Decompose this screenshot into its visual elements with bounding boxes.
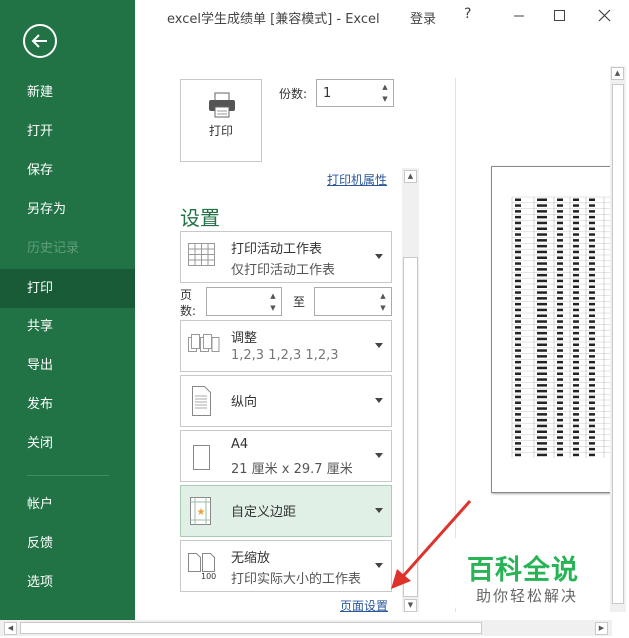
back-button[interactable] [23, 24, 57, 58]
page-to-input[interactable]: ▲ ▼ [314, 287, 392, 316]
nav-options[interactable]: 选项 [0, 563, 135, 602]
preview-scroll-thumb[interactable] [612, 84, 624, 604]
preview-sheet-thumbnail [511, 196, 610, 458]
scaling-dropdown[interactable]: 100 无缩放 打印实际大小的工作表 [180, 540, 392, 592]
nav-export[interactable]: 导出 [0, 346, 135, 385]
chevron-down-icon [375, 398, 383, 403]
sheet-grid-icon [188, 243, 215, 266]
scroll-down-icon[interactable]: ▼ [404, 599, 417, 612]
print-preview-page [491, 166, 611, 493]
nav-history: 历史记录 [27, 241, 80, 256]
help-button[interactable]: ? [464, 6, 471, 22]
nav-publish[interactable]: 发布 [0, 385, 135, 424]
close-icon [598, 9, 611, 22]
print-what-title: 打印活动工作表 [231, 242, 323, 257]
nav-open[interactable]: 打开 [0, 112, 135, 151]
nav-close[interactable]: 关闭 [0, 424, 135, 463]
watermark-title: 百科全说 [467, 555, 579, 586]
maximize-button[interactable] [545, 4, 573, 26]
printer-icon [209, 92, 235, 118]
chevron-down-icon [375, 508, 383, 513]
chevron-down-icon [375, 563, 383, 568]
page-setup-link[interactable]: 页面设置 [340, 597, 388, 614]
scaling-sub: 打印实际大小的工作表 [231, 572, 362, 587]
spin-up-icon[interactable]: ▲ [268, 291, 278, 301]
copies-input[interactable]: 1 ▲ ▼ [316, 79, 394, 107]
paper-size-sub: 21 厘米 x 29.7 厘米 [231, 462, 353, 477]
horizontal-scroll-thumb[interactable] [20, 622, 482, 634]
minimize-button[interactable] [505, 4, 533, 26]
page-from-input[interactable]: ▲ ▼ [206, 287, 282, 316]
margins-icon: ★ [190, 497, 211, 525]
maximize-icon [554, 10, 565, 21]
spin-up-icon[interactable]: ▲ [380, 82, 390, 92]
scaling-icon [188, 553, 215, 572]
collate-sub: 1,2,3 1,2,3 1,2,3 [231, 348, 339, 363]
collate-title: 调整 [231, 331, 258, 346]
watermark-subtitle: 助你轻松解决 [476, 587, 579, 605]
nav-share[interactable]: 共享 [0, 307, 135, 346]
spin-down-icon[interactable]: ▼ [380, 94, 390, 104]
nav-save[interactable]: 保存 [0, 151, 135, 190]
nav-feedback[interactable]: 反馈 [0, 524, 135, 563]
copies-label: 份数: [279, 87, 308, 101]
chevron-down-icon [375, 343, 383, 348]
scroll-up-icon[interactable]: ▲ [611, 67, 624, 80]
print-button-label: 打印 [208, 124, 233, 138]
settings-heading: 设置 [180, 206, 220, 230]
scroll-left-icon[interactable]: ◀ [4, 622, 17, 635]
collate-dropdown[interactable]: 调整 1,2,3 1,2,3 1,2,3 [180, 320, 392, 372]
copies-value: 1 [323, 86, 332, 101]
scroll-right-icon[interactable]: ▶ [595, 622, 608, 635]
orientation-title: 纵向 [231, 395, 258, 410]
paper-size-dropdown[interactable]: A4 21 厘米 x 29.7 厘米 [180, 430, 392, 482]
print-what-dropdown[interactable]: 打印活动工作表 仅打印活动工作表 [180, 231, 392, 283]
paper-size-icon [193, 445, 210, 470]
nav-save-as[interactable]: 另存为 [0, 190, 135, 229]
printer-properties-link[interactable]: 打印机属性 [327, 171, 387, 188]
paper-size-title: A4 [231, 437, 249, 452]
chevron-down-icon [375, 453, 383, 458]
print-what-sub: 仅打印活动工作表 [231, 263, 336, 278]
window-title: excel学生成绩单 [兼容模式] - Excel [167, 12, 380, 27]
collate-pages-icon [188, 334, 220, 352]
nav-print[interactable]: 打印 [0, 269, 135, 308]
minimize-icon [514, 15, 524, 17]
orientation-dropdown[interactable]: 纵向 [180, 375, 392, 427]
margins-dropdown[interactable]: ★ 自定义边距 [180, 485, 392, 537]
margins-title: 自定义边距 [231, 505, 297, 520]
close-window-button[interactable] [591, 4, 619, 26]
scaling-title: 无缩放 [231, 551, 271, 566]
nav-account[interactable]: 帐户 [0, 485, 135, 524]
portrait-page-icon [192, 386, 211, 416]
svg-text:★: ★ [197, 507, 206, 518]
spin-down-icon[interactable]: ▼ [378, 303, 388, 313]
spin-up-icon[interactable]: ▲ [378, 291, 388, 301]
login-link[interactable]: 登录 [410, 8, 436, 27]
back-arrow-icon [31, 34, 47, 48]
scaling-icon-text: 100 [201, 572, 217, 581]
pages-to-label: 至 [293, 295, 306, 309]
print-button[interactable] [180, 79, 262, 162]
chevron-down-icon [375, 254, 383, 259]
nav-divider [27, 475, 109, 476]
pages-label: 页数: [180, 288, 197, 318]
spin-down-icon[interactable]: ▼ [268, 303, 278, 313]
nav-new[interactable]: 新建 [0, 73, 135, 112]
scroll-up-icon[interactable]: ▲ [404, 170, 417, 183]
